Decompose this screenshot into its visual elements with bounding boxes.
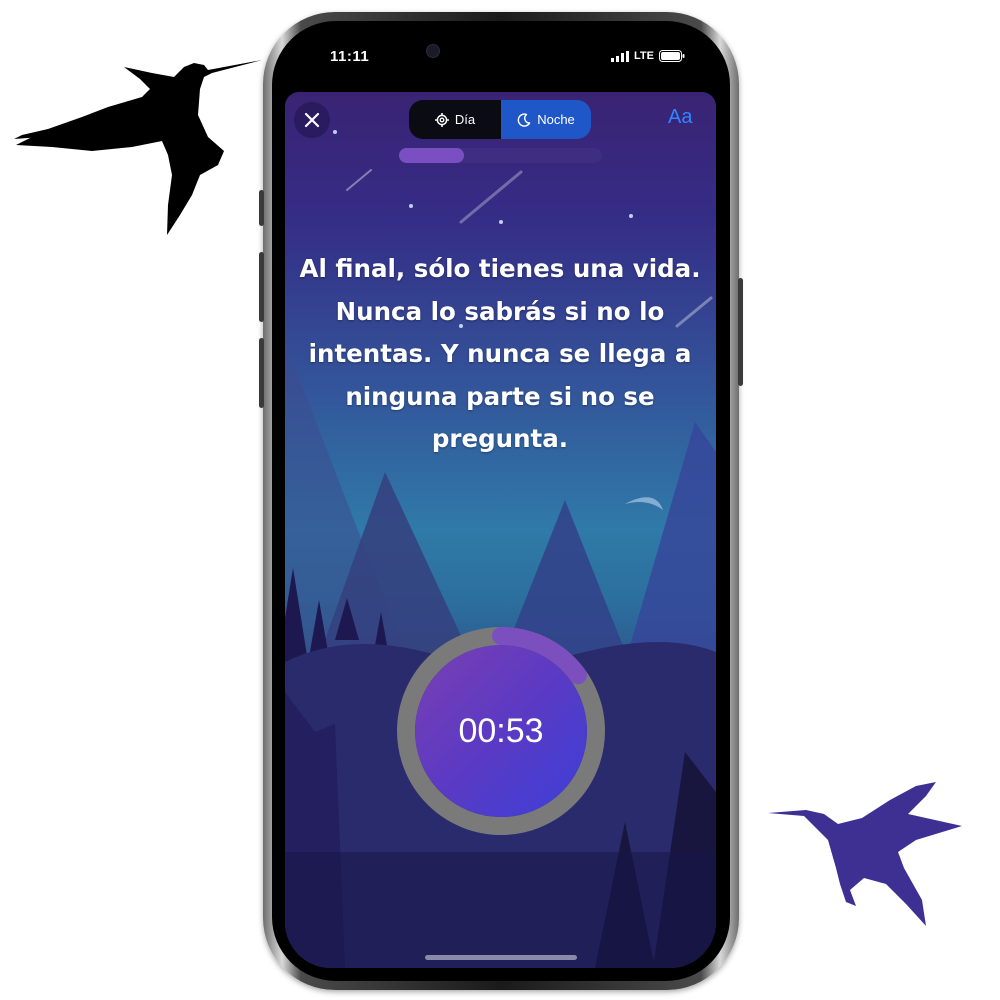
timer-button[interactable]: 00:53 (415, 645, 587, 817)
signal-icon (611, 50, 629, 62)
close-icon (304, 112, 320, 128)
quote-text: Al final, sólo tienes una vida. Nunca lo… (299, 254, 701, 453)
status-time: 11:11 (330, 48, 370, 65)
mode-night-label: Noche (537, 112, 575, 127)
hummingbird-black-illustration (14, 60, 262, 235)
moon-icon (517, 112, 531, 127)
gear-icon (434, 112, 449, 127)
network-label: LTE (634, 50, 654, 62)
font-size-button[interactable]: Aa (668, 106, 692, 129)
hummingbird-purple-illustration (768, 782, 962, 926)
front-camera (426, 44, 440, 58)
phone-side-button (259, 190, 264, 226)
timer-display: 00:53 (458, 711, 544, 750)
home-indicator[interactable] (425, 955, 577, 960)
close-button[interactable] (294, 102, 330, 138)
mode-night-option[interactable]: Noche (501, 100, 591, 139)
phone-power-button (738, 278, 743, 386)
session-progress-fill (399, 148, 464, 163)
app-screen (285, 92, 716, 968)
battery-icon (658, 50, 685, 62)
phone-volume-up-button (259, 252, 264, 322)
mode-day-label: Día (454, 112, 476, 127)
status-indicators: LTE (611, 50, 685, 62)
mode-day-option[interactable]: Día (409, 100, 501, 139)
session-progress-bar (399, 148, 602, 163)
day-night-toggle[interactable]: Día Noche (409, 100, 591, 139)
phone-volume-down-button (259, 338, 264, 408)
night-mountain-background (285, 130, 716, 968)
